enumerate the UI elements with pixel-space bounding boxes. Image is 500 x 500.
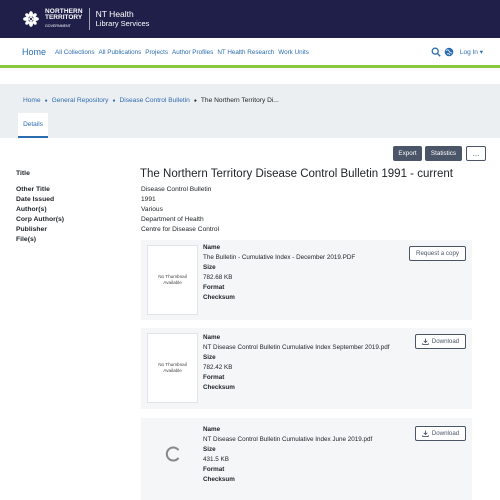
download-button[interactable]: Download — [415, 334, 466, 349]
label-publisher: Publisher — [16, 226, 47, 233]
tab-details[interactable]: Details — [18, 113, 48, 138]
header-divider — [88, 8, 90, 30]
nav-tools: Log In ▾ — [431, 47, 483, 57]
breadcrumb-band: Home ● General Repository ● Disease Cont… — [0, 84, 500, 138]
download-label: Download — [431, 338, 460, 345]
label-corp-authors: Corp Author(s) — [16, 216, 65, 223]
globe-icon[interactable] — [444, 47, 454, 57]
no-thumbnail-placeholder: No Thumbnail Available — [147, 333, 198, 403]
no-thumbnail-placeholder: No Thumbnail Available — [147, 245, 198, 315]
nt-government-logo[interactable]: NORTHERN TERRITORY GOVERNMENT — [22, 8, 83, 30]
file-size: 782.68 KB — [203, 274, 233, 281]
file-card: No Thumbnail Available Name NT Disease C… — [141, 328, 472, 409]
file-card: No Thumbnail Available Name The Bulletin… — [141, 240, 472, 320]
breadcrumb-home[interactable]: Home — [23, 97, 41, 104]
file-card: Name NT Disease Control Bulletin Cumulat… — [141, 418, 472, 500]
brand[interactable]: NT Health Library Services — [96, 9, 150, 29]
file-size: 431.5 KB — [203, 456, 229, 463]
label-title: Title — [16, 170, 30, 177]
breadcrumb-separator-icon: ● — [44, 97, 48, 104]
search-icon[interactable] — [431, 47, 441, 57]
logo-line3: GOVERNMENT — [45, 23, 71, 28]
file-name[interactable]: NT Disease Control Bulletin Cumulative I… — [203, 344, 389, 351]
logo-line2: TERRITORY — [45, 14, 83, 22]
breadcrumb-separator-icon: ● — [193, 97, 197, 104]
nav-all-publications[interactable]: All Publications — [99, 49, 142, 56]
page-title: The Northern Territory Disease Control B… — [140, 168, 453, 180]
value-authors: Various — [141, 206, 163, 213]
file-format-label: Format — [203, 374, 225, 381]
export-button[interactable]: Export — [393, 146, 422, 161]
nav-home[interactable]: Home — [22, 47, 46, 57]
nav-nt-health-research[interactable]: NT Health Research — [217, 49, 274, 56]
file-checksum-label: Checksum — [203, 384, 235, 391]
value-corp-authors: Department of Health — [141, 216, 204, 223]
logo-wordmark: NORTHERN TERRITORY GOVERNMENT — [45, 8, 83, 30]
site-header: NORTHERN TERRITORY GOVERNMENT NT Health … — [0, 0, 500, 38]
value-date-issued: 1991 — [141, 196, 156, 203]
nav-projects[interactable]: Projects — [145, 49, 168, 56]
label-files: File(s) — [16, 236, 37, 243]
login-link[interactable]: Log In ▾ — [460, 48, 483, 56]
login-label: Log In — [459, 49, 478, 56]
download-label: Download — [431, 430, 460, 437]
label-other-title: Other Title — [16, 186, 50, 193]
statistics-button[interactable]: Statistics — [425, 146, 462, 161]
file-format-label: Format — [203, 466, 225, 473]
label-date-issued: Date Issued — [16, 196, 55, 203]
file-name: The Bulletin - Cumulative Index - Decemb… — [203, 254, 356, 261]
file-checksum-label: Checksum — [203, 476, 235, 483]
file-size-label: Size — [203, 446, 216, 453]
nav-author-profiles[interactable]: Author Profiles — [172, 49, 213, 56]
nav-work-units[interactable]: Work Units — [278, 49, 309, 56]
file-name[interactable]: NT Disease Control Bulletin Cumulative I… — [203, 436, 372, 443]
value-publisher: Centre for Disease Control — [141, 226, 220, 233]
file-name-label: Name — [203, 426, 221, 433]
nav-all-collections[interactable]: All Collections — [55, 49, 95, 56]
file-format-label: Format — [203, 284, 225, 291]
label-authors: Author(s) — [16, 206, 47, 213]
brand-line1: NT Health — [95, 9, 134, 19]
breadcrumb-current: The Northern Territory Di... — [200, 97, 279, 104]
loading-spinner-icon — [163, 444, 183, 464]
more-options-button[interactable]: ... — [466, 146, 486, 161]
breadcrumb-disease-control-bulletin[interactable]: Disease Control Bulletin — [119, 97, 189, 104]
flower-logo-icon — [23, 11, 39, 27]
request-copy-button[interactable]: Request a copy — [409, 246, 466, 261]
breadcrumb-separator-icon: ● — [112, 97, 116, 104]
file-size-label: Size — [203, 264, 216, 271]
file-name-label: Name — [203, 244, 221, 251]
file-size: 782.42 KB — [203, 364, 233, 371]
brand-line2: Library Services — [95, 19, 150, 28]
download-icon — [421, 338, 429, 345]
file-name-label: Name — [203, 334, 221, 341]
value-other-title: Disease Control Bulletin — [141, 186, 212, 193]
download-button[interactable]: Download — [415, 426, 466, 441]
main-nav: Home All Collections All Publications Pr… — [0, 38, 500, 68]
caret-down-icon: ▾ — [479, 49, 483, 56]
download-icon — [421, 430, 429, 437]
file-size-label: Size — [203, 354, 216, 361]
breadcrumb-general-repository[interactable]: General Repository — [52, 97, 109, 104]
breadcrumb: Home ● General Repository ● Disease Cont… — [23, 97, 279, 104]
file-checksum-label: Checksum — [203, 294, 235, 301]
nav-links: All Collections All Publications Project… — [55, 49, 309, 56]
